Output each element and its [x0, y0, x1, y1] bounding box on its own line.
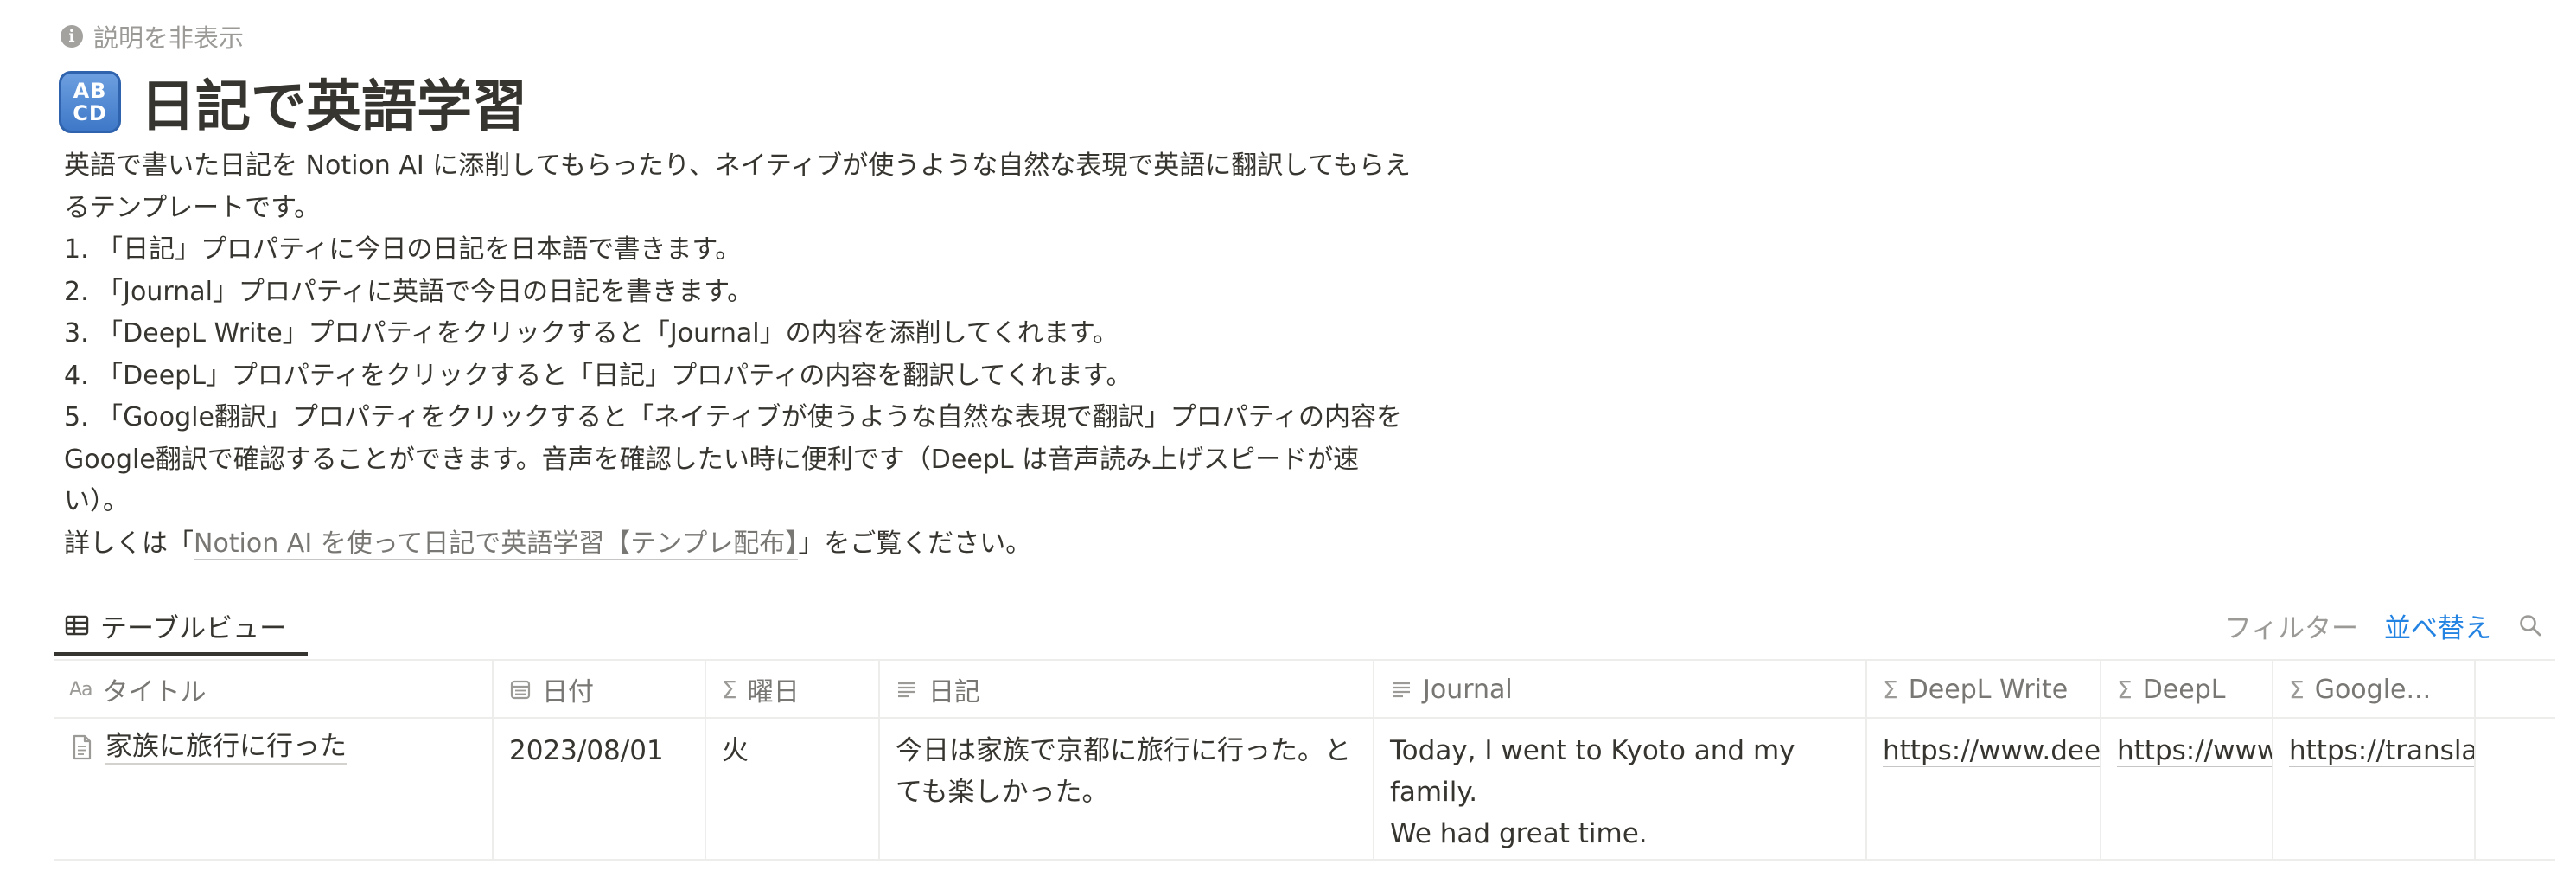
formula-sigma-icon: Σ — [2289, 675, 2305, 704]
column-header-label: タイトル — [102, 677, 207, 707]
column-header-deepl[interactable]: Σ DeepL — [2101, 661, 2272, 718]
column-header-diary[interactable]: 日記 — [880, 661, 1373, 718]
description-intro: 英語で書いた日記を Notion AI に添削してもらったり、ネイティブが使うよ… — [64, 150, 1411, 223]
formula-sigma-icon: Σ — [1883, 675, 1898, 704]
deepl-link[interactable]: https://www.deepl.com/translator — [2117, 735, 2272, 767]
column-header-label: 日記 — [928, 677, 980, 707]
tab-table-view[interactable]: テーブルビュー — [54, 599, 308, 656]
journal-line: Today, I went to Kyoto and my family. — [1390, 735, 1795, 808]
row-title-text: 家族に旅行に行った — [105, 730, 347, 765]
table-cell-google[interactable]: https://translate.google.com/ — [2273, 720, 2474, 771]
info-icon: i — [61, 25, 83, 48]
table-cell-weekday[interactable]: 火 — [706, 720, 878, 771]
description-detail: 詳しくは「Notion AI を使って日記で英語学習【テンプレ配布】」をご覧くだ… — [64, 523, 1421, 566]
column-header-journal[interactable]: Journal — [1374, 661, 1865, 718]
column-header-label: DeepL Write — [1908, 674, 2069, 705]
google-translate-link[interactable]: https://translate.google.com/ — [2289, 735, 2474, 767]
column-header-deepl-write[interactable]: Σ DeepL Write — [1867, 661, 2100, 718]
journal-line: We had great time. — [1390, 818, 1648, 849]
detail-link[interactable]: Notion AI を使って日記で英語学習【テンプレ配布】 — [194, 528, 799, 560]
deepl-write-link[interactable]: https://www.deepl.com/write — [1883, 735, 2100, 767]
detail-prefix: 詳しくは「 — [64, 528, 194, 559]
page-description: 英語で書いた日記を Notion AI に添削してもらったり、ネイティブが使うよ… — [64, 145, 1421, 565]
description-step-2: 2. 「Journal」プロパティに英語で今日の日記を書きます。 — [64, 276, 754, 307]
column-header-label: 日付 — [542, 677, 594, 707]
description-step-1: 1. 「日記」プロパティに今日の日記を日本語で書きます。 — [64, 234, 742, 265]
table-bottom-border — [54, 859, 2555, 861]
table-cell-journal[interactable]: Today, I went to Kyoto and my family. We… — [1374, 720, 1865, 855]
column-header-google[interactable]: Σ Google... — [2273, 661, 2474, 718]
column-header-label: 曜日 — [747, 677, 800, 707]
column-header-weekday[interactable]: Σ 曜日 — [706, 661, 878, 718]
calendar-icon — [510, 680, 531, 700]
text-lines-icon — [898, 682, 915, 698]
detail-suffix: 」をご覧ください。 — [798, 528, 1032, 559]
column-divider — [2474, 659, 2476, 861]
column-header-date[interactable]: 日付 — [494, 661, 705, 718]
page-title[interactable]: 日記で英語学習 — [140, 62, 527, 142]
table-cell-date[interactable]: 2023/08/01 — [494, 720, 705, 771]
formula-sigma-icon: Σ — [722, 675, 737, 704]
search-icon[interactable] — [2517, 612, 2543, 638]
description-step-3: 3. 「DeepL Write」プロパティをクリックすると「Journal」の内… — [64, 318, 1119, 349]
sort-button[interactable]: 並べ替え — [2384, 606, 2491, 645]
column-header-label: Google... — [2314, 674, 2432, 705]
column-header-label: DeepL — [2142, 674, 2226, 705]
tab-table-view-label: テーブルビュー — [100, 612, 287, 644]
column-header-label: Journal — [1423, 674, 1513, 705]
text-aa-icon: Aa — [69, 678, 93, 701]
table-cell-deepl[interactable]: https://www.deepl.com/translator — [2101, 720, 2272, 771]
row-title[interactable]: 家族に旅行に行った — [71, 730, 492, 765]
hide-description-button[interactable]: i 説明を非表示 — [61, 19, 244, 54]
table-icon — [65, 615, 89, 636]
page-document-icon — [73, 734, 92, 760]
description-step-5: 5. 「Google翻訳」プロパティをクリックすると「ネイティブが使うような自然… — [64, 402, 1402, 516]
table-row-title-cell[interactable]: 家族に旅行に行った — [54, 720, 492, 765]
column-header-title[interactable]: Aa タイトル — [54, 661, 492, 718]
formula-sigma-icon: Σ — [2117, 675, 2133, 704]
emoji-text-bottom: CD — [73, 101, 107, 125]
table-cell-diary[interactable]: 今日は家族で京都に旅行に行った。とても楽しかった。 — [880, 720, 1373, 813]
text-lines-icon — [1393, 682, 1410, 698]
abcd-emoji-icon[interactable]: AB CD — [59, 71, 121, 133]
view-toolbar: フィルター 並べ替え — [2225, 605, 2543, 645]
filter-button[interactable]: フィルター — [2225, 606, 2358, 645]
hide-description-label: 説明を非表示 — [93, 23, 245, 53]
table-cell-deepl-write[interactable]: https://www.deepl.com/write — [1867, 720, 2100, 771]
emoji-text-top: AB — [73, 79, 107, 103]
description-step-4: 4. 「DeepL」プロパティをクリックすると「日記」プロパティの内容を翻訳して… — [64, 360, 1132, 391]
page-header: AB CD 日記で英語学習 — [59, 66, 527, 139]
